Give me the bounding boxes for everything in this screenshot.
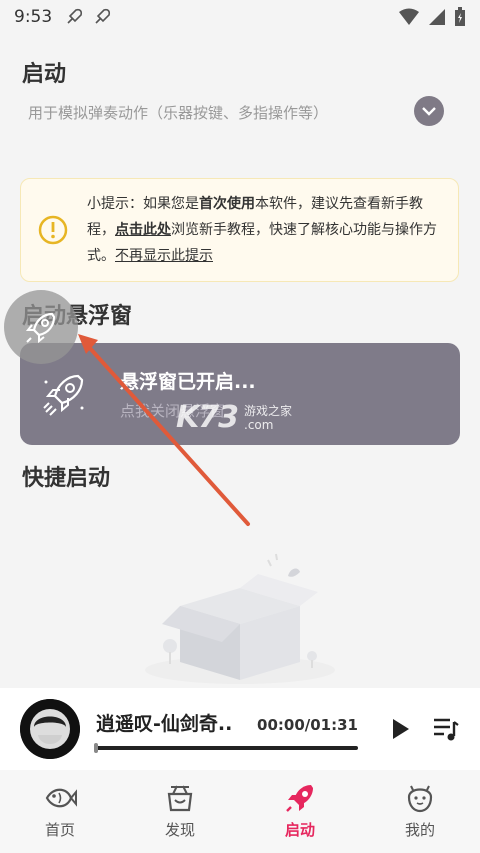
progress-bar[interactable] [94, 742, 358, 753]
playlist-button[interactable] [432, 716, 460, 742]
song-title: 逍遥叹-仙剑奇.. [96, 712, 233, 735]
album-cover[interactable] [20, 699, 80, 759]
status-bar: 9:53 [0, 0, 480, 34]
tip-box: 小提示：如果您是首次使用本软件，建议先查看新手教程，点击此处浏览新手教程，快速了… [20, 178, 459, 282]
tab-label: 发现 [164, 821, 195, 839]
rocket-icon [286, 785, 313, 812]
status-time: 9:53 [14, 7, 53, 27]
rocket-notification-icon [67, 8, 83, 24]
face-icon [407, 785, 433, 813]
tab-label: 启动 [284, 821, 315, 839]
basket-icon [167, 785, 193, 812]
tip-text: 小提示：如果您是首次使用本软件，建议先查看新手教程，点击此处浏览新手教程，快速了… [87, 191, 444, 269]
album-art-icon [20, 699, 80, 759]
tab-home[interactable]: 首页 [0, 770, 120, 853]
play-button[interactable] [388, 717, 412, 741]
tab-label: 首页 [44, 821, 75, 839]
fish-icon [45, 788, 77, 808]
signal-icon [429, 9, 445, 25]
mini-player[interactable]: 逍遥叹-仙剑奇.. 00:00/01:31 [0, 688, 480, 770]
tip-first-use: 首次使用 [199, 196, 255, 212]
rocket-notification-icon [95, 8, 111, 24]
progress-knob[interactable] [94, 742, 98, 753]
tab-label: 我的 [404, 821, 435, 839]
watermark: K73 游戏之家 .com [176, 400, 292, 435]
floating-bubble[interactable] [4, 290, 78, 364]
warning-icon [38, 215, 68, 245]
float-window-status: 悬浮窗已开启... [120, 371, 256, 393]
tutorial-link[interactable]: 点击此处 [115, 222, 171, 238]
dismiss-tip-link[interactable]: 不再显示此提示 [115, 248, 213, 264]
song-time: 00:00/01:31 [257, 715, 358, 734]
rocket-icon [43, 374, 84, 416]
section-title-launch: 启动 [22, 62, 67, 87]
battery-icon [455, 7, 465, 26]
watermark-brand: K73 [176, 400, 239, 435]
section-title-quick-launch: 快捷启动 [22, 466, 111, 491]
empty-box-illustration [145, 553, 335, 684]
tab-launch[interactable]: 启动 [240, 770, 360, 853]
wifi-icon [399, 8, 419, 25]
tab-discover[interactable]: 发现 [120, 770, 240, 853]
watermark-com: .com [244, 417, 274, 432]
watermark-cn: 游戏之家 [244, 403, 293, 418]
collapse-button[interactable] [414, 96, 444, 126]
tip-text-part: 小提示：如果您是 [87, 196, 199, 212]
tab-mine[interactable]: 我的 [360, 770, 480, 853]
launch-description: 用于模拟弹奏动作（乐器按键、多指操作等） [28, 104, 329, 122]
tab-bar: 首页 发现 启动 我的 [0, 770, 480, 853]
chevron-down-icon [422, 107, 436, 116]
rocket-icon [25, 312, 56, 344]
